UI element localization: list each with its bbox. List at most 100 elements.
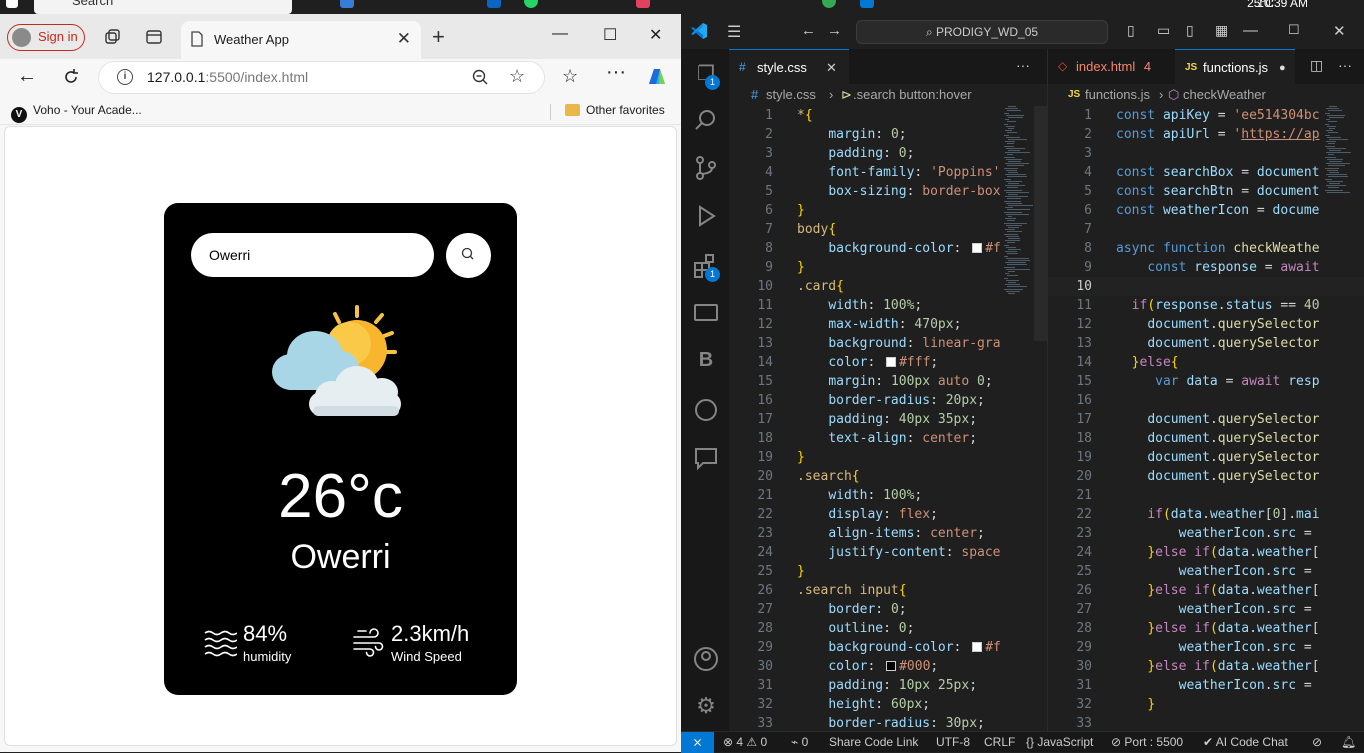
split-editor-icon[interactable]: ◫ <box>1310 57 1323 74</box>
language-indicator[interactable]: {} JavaScript <box>1026 732 1093 753</box>
run-debug-icon[interactable] <box>693 203 719 229</box>
minimap-line <box>1007 253 1018 255</box>
tab-close-icon[interactable]: ✕ <box>826 50 837 85</box>
minimap-line <box>1325 178 1332 180</box>
minimap-line <box>1008 128 1014 129</box>
edge-tools-icon[interactable] <box>693 397 719 423</box>
favorite-voho[interactable]: V Voho - Your Acade... <box>11 103 142 123</box>
menu-hamburger-icon[interactable]: ☰ <box>727 22 741 42</box>
minimap-line <box>1007 286 1027 288</box>
eol-indicator[interactable]: CRLF <box>984 732 1015 753</box>
unsaved-dot-icon[interactable]: ● <box>1279 51 1286 86</box>
zoom-out-icon[interactable] <box>471 68 489 86</box>
share-code-link[interactable]: Share Code Link <box>829 732 918 753</box>
settings-gear-icon[interactable]: ⚙ <box>693 693 719 719</box>
command-center[interactable]: ⌕ PRODIGY_WD_05 <box>856 20 1108 44</box>
minimap-line <box>1007 121 1016 123</box>
wind-value: 2.3km/h <box>391 621 470 646</box>
minimap-line <box>1327 180 1343 182</box>
encoding-indicator[interactable]: UTF-8 <box>936 732 970 753</box>
tab-actions-icon[interactable] <box>145 28 163 46</box>
minimap-line <box>1005 130 1012 132</box>
vscode-close-icon[interactable]: ✕ <box>1333 22 1346 40</box>
minimap-line <box>1007 154 1013 156</box>
source-control-icon[interactable] <box>693 155 719 181</box>
more-actions-icon[interactable]: ··· <box>1338 57 1352 73</box>
live-server-port[interactable]: ⊘ Port : 5500 <box>1111 732 1183 753</box>
taskbar-app-icon[interactable] <box>340 0 354 8</box>
notifications-bell-icon[interactable]: 🔔︎ <box>1341 732 1356 753</box>
more-actions-icon[interactable]: ··· <box>1016 57 1030 73</box>
current-line-highlight: 10 <box>1048 277 1364 296</box>
minimap-line <box>1006 147 1025 149</box>
copilot-icon[interactable] <box>645 66 669 88</box>
extensions-badge: 1 <box>705 267 720 282</box>
accounts-icon[interactable] <box>693 646 719 672</box>
minimize-icon[interactable]: — <box>552 25 568 43</box>
close-window-icon[interactable]: ✕ <box>649 25 662 45</box>
temperature-value: 26°c <box>278 462 403 531</box>
nav-forward-icon[interactable]: → <box>827 22 842 39</box>
minimap-line <box>1327 136 1341 138</box>
linkedin-icon[interactable] <box>487 0 501 8</box>
tab-close-icon[interactable]: ✕ <box>397 29 411 49</box>
breadcrumb-symbol[interactable]: .search button:hover <box>853 84 972 106</box>
chrome-icon[interactable] <box>822 0 836 8</box>
new-tab-icon[interactable]: + <box>432 24 445 50</box>
windows-start-icon[interactable] <box>6 0 18 8</box>
breadcrumb-right: JS functions.js › ⬡ checkWeather <box>1048 84 1364 106</box>
back-icon[interactable]: ← <box>17 65 37 88</box>
toggle-panel-icon[interactable]: ▭ <box>1157 22 1170 39</box>
minimap-right[interactable] <box>1325 106 1355 196</box>
chat-icon[interactable] <box>693 445 719 471</box>
taskbar-clock[interactable]: 10:39 AM <box>1257 0 1308 10</box>
signin-button[interactable]: Sign in <box>7 24 85 51</box>
css-file-icon: # <box>751 87 759 102</box>
vscode-minimize-icon[interactable]: — <box>1243 22 1258 39</box>
tab-style-css[interactable]: # style.css ✕ <box>729 49 849 84</box>
customize-layout-icon[interactable]: ▦ <box>1215 22 1228 39</box>
minimap-line <box>1005 207 1013 209</box>
command-center-label: PRODIGY_WD_05 <box>936 25 1039 39</box>
tab-functions-js[interactable]: JS functions.js ● <box>1175 49 1295 84</box>
breadcrumb-file[interactable]: style.css <box>766 84 816 106</box>
toggle-sidebar-icon[interactable]: ▯ <box>1127 22 1135 39</box>
favorites-icon[interactable]: ☆ <box>562 66 578 87</box>
remote-explorer-icon[interactable] <box>693 301 719 327</box>
vscode-maximize-icon[interactable]: ☐ <box>1288 22 1300 38</box>
favorite-other[interactable]: Other favorites <box>565 103 665 117</box>
gmail-icon[interactable] <box>636 0 650 8</box>
vscode-taskbar-icon[interactable] <box>860 0 874 8</box>
minimap-left[interactable] <box>1004 106 1036 301</box>
minimap-line <box>1328 143 1335 145</box>
no-notifications-icon[interactable]: ⊘ <box>1312 732 1322 753</box>
site-info-icon[interactable]: i <box>117 69 133 85</box>
workspaces-icon[interactable] <box>103 28 121 46</box>
breadcrumb-symbol[interactable]: checkWeather <box>1183 84 1266 106</box>
maximize-icon[interactable]: ☐ <box>603 25 617 45</box>
ports-indicator[interactable]: ⌁ 0 <box>791 732 808 753</box>
more-menu-icon[interactable]: ··· <box>606 61 626 84</box>
toggle-secondary-sidebar-icon[interactable]: ▯ <box>1186 22 1194 39</box>
city-name: Owerri <box>290 538 391 576</box>
bootstrap-icon[interactable]: B <box>693 349 719 375</box>
breadcrumb-file[interactable]: functions.js <box>1085 84 1150 106</box>
remote-indicator-icon[interactable]: ⨯ <box>681 732 714 753</box>
ai-code-chat[interactable]: ✔ AI Code Chat <box>1203 732 1288 753</box>
scrollbar-left[interactable] <box>1034 106 1047 341</box>
problems-indicator[interactable]: ⊗ 4 ⚠ 0 <box>723 732 767 753</box>
taskbar-search[interactable]: Search <box>34 0 292 14</box>
refresh-icon[interactable] <box>62 68 80 86</box>
minimap-line <box>1008 271 1015 272</box>
search-icon[interactable] <box>693 107 719 133</box>
nav-back-icon[interactable]: ← <box>801 22 816 39</box>
search-button[interactable] <box>446 233 491 278</box>
tab-weather-app[interactable]: Weather App ✕ <box>181 21 421 59</box>
address-bar[interactable]: i 127.0.0.1:5500/index.html ☆ <box>99 62 544 93</box>
city-search-input[interactable]: Owerri <box>191 233 434 277</box>
favorite-star-icon[interactable]: ☆ <box>509 66 525 87</box>
favorites-bar: V Voho - Your Acade... Other favorites <box>0 99 681 125</box>
weather-cloudy-sun-icon <box>272 305 401 416</box>
whatsapp-icon[interactable] <box>524 0 538 8</box>
tab-index-html[interactable]: ◇ index.html 4 <box>1048 49 1174 84</box>
